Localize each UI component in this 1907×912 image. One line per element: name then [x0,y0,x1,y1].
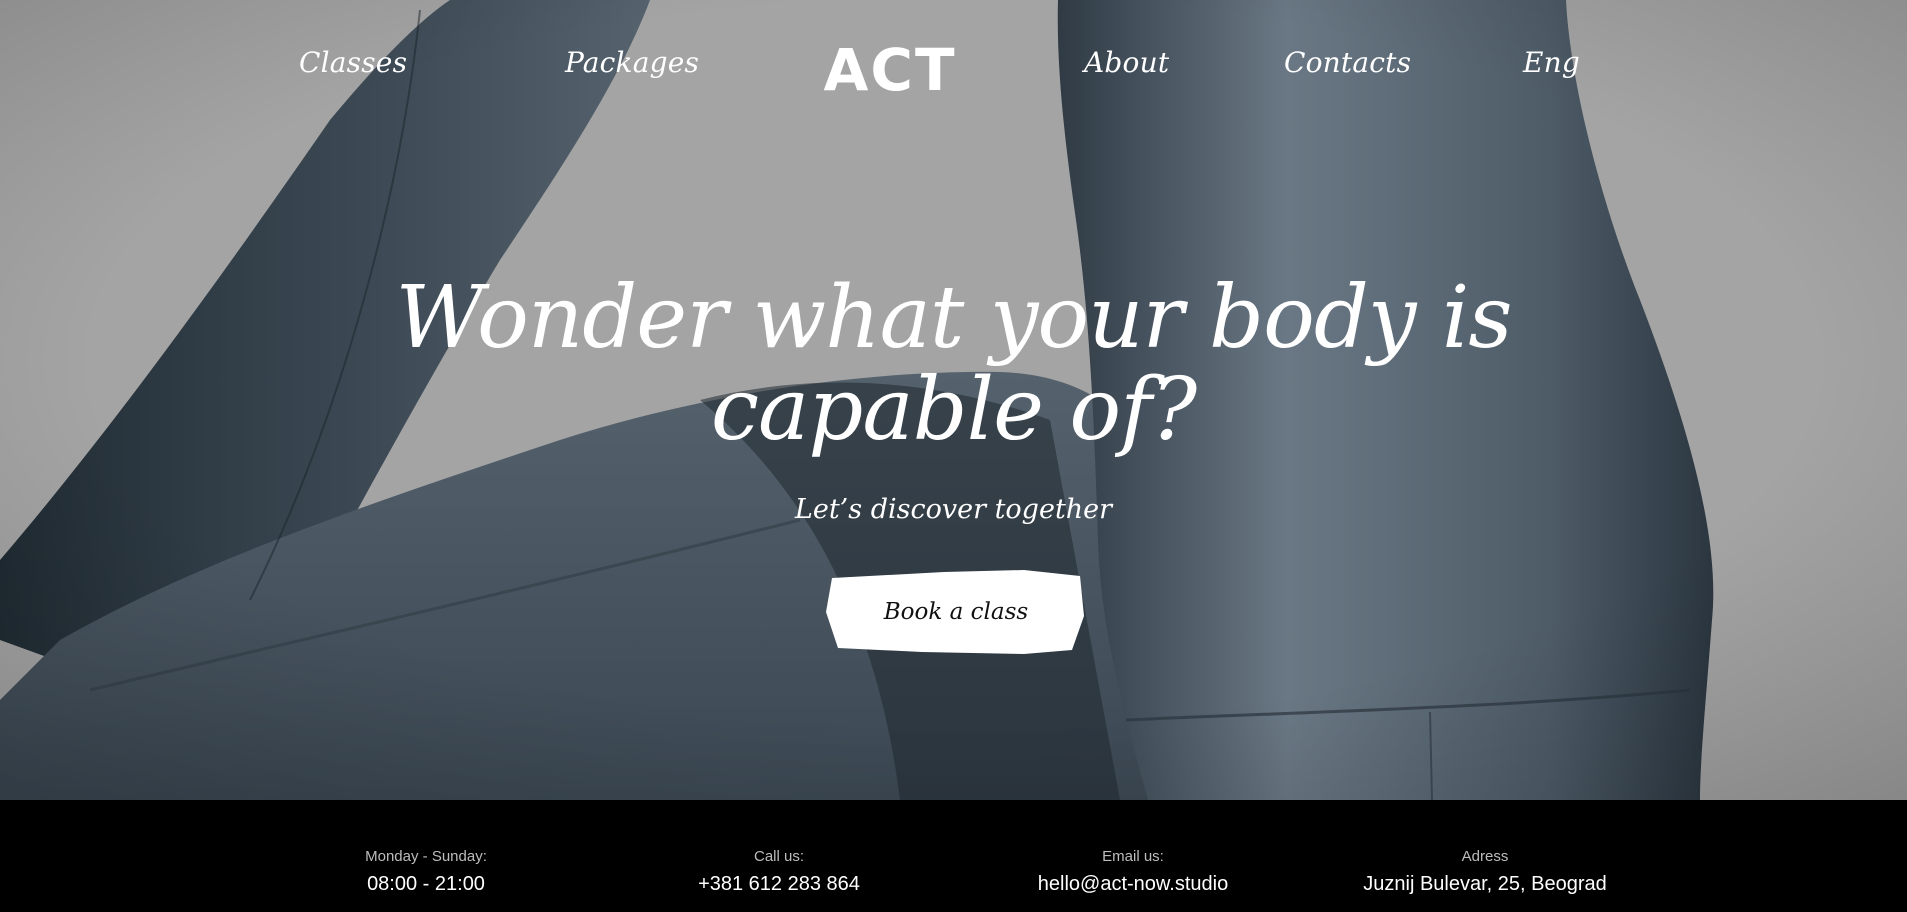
email-info: Email us: hello@act-now.studio [973,848,1293,896]
nav-contacts-link[interactable]: Contacts [1284,46,1411,79]
nav-packages-link[interactable]: Packages [565,46,699,79]
address-info: Adress Juznij Bulevar, 25, Beograd [1325,848,1645,896]
hero-headline: Wonder what your body is capable of? [0,272,1907,456]
hero-headline-line-1: Wonder what your body is [395,268,1513,368]
hero-headline-line-2: capable of? [710,360,1197,460]
book-class-label: Book a class [883,599,1029,625]
email-link[interactable]: hello@act-now.studio [973,873,1293,896]
phone-info: Call us: +381 612 283 864 [619,848,939,896]
opening-hours-value: 08:00 - 21:00 [367,873,485,895]
phone-link[interactable]: +381 612 283 864 [619,873,939,896]
opening-hours: Monday - Sunday: 08:00 - 21:00 [266,848,586,896]
nav-about-link[interactable]: About [1084,46,1169,79]
email-label: Email us: [1102,848,1164,865]
language-switch[interactable]: Eng [1523,46,1580,79]
address-value: Juznij Bulevar, 25, Beograd [1363,873,1607,895]
act-logo[interactable]: ACT [812,36,968,104]
book-class-button[interactable]: Book a class [826,570,1086,654]
nav-classes-link[interactable]: Classes [299,46,407,79]
act-logo-mark: ACT [823,36,956,104]
svg-text:ACT: ACT [823,36,956,98]
hero-subline: Let’s discover together [794,494,1113,525]
hero-section: Classes Packages ACT About Contacts Eng … [0,0,1907,800]
address-label: Adress [1461,848,1509,865]
footer-info-bar: Monday - Sunday: 08:00 - 21:00 Call us: … [0,800,1907,912]
phone-label: Call us: [753,848,805,865]
opening-hours-label: Monday - Sunday: [365,848,487,865]
